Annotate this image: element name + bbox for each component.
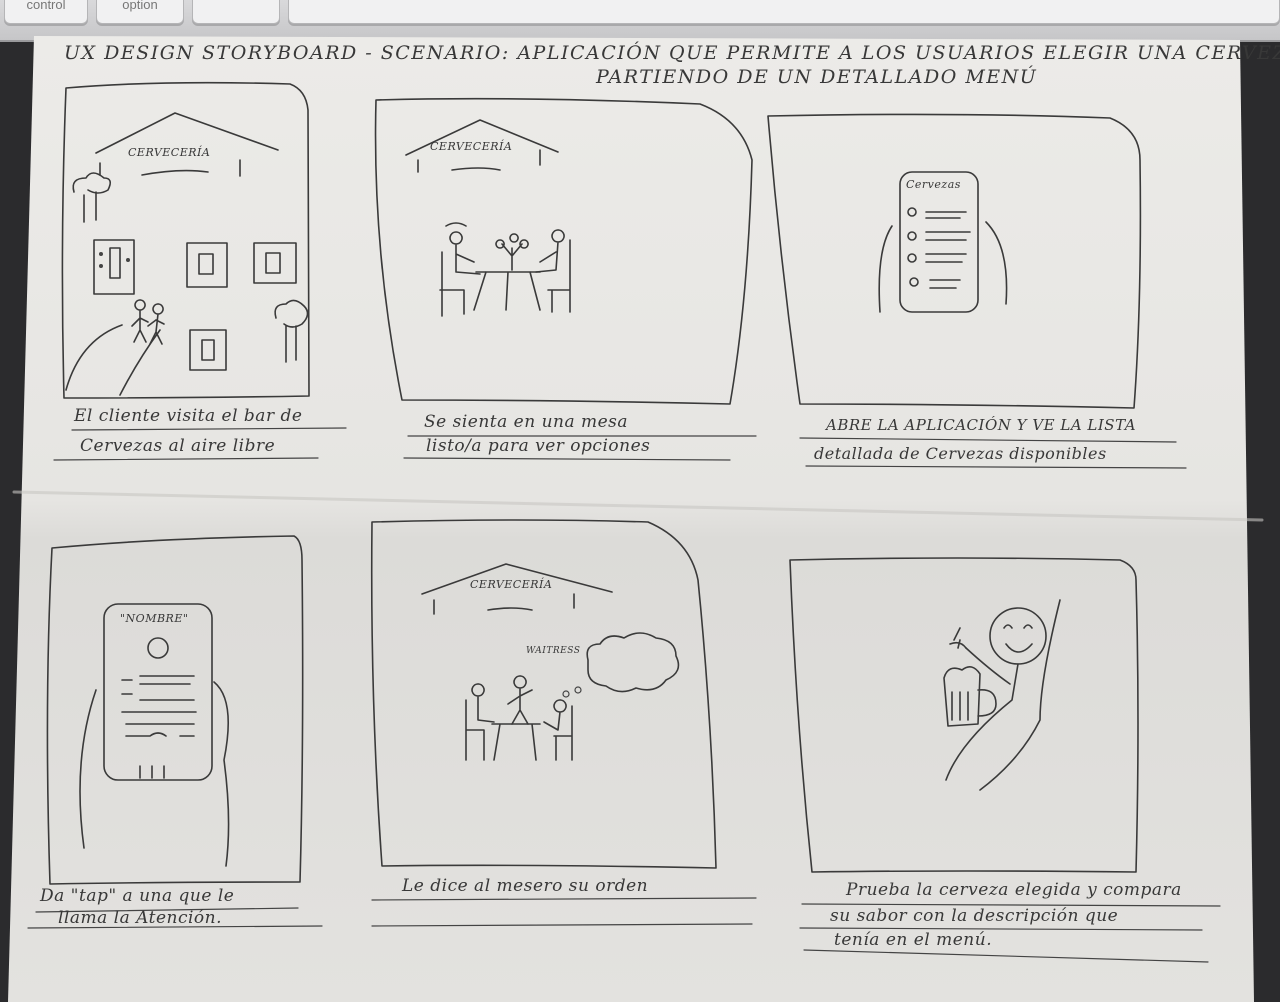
panel-1-drawing <box>61 81 310 399</box>
panel-2-caption-line2: listo/a para ver opciones <box>426 436 651 456</box>
storyboard-title: UX DESIGN STORYBOARD - SCENARIO: APLICAC… <box>64 42 1280 64</box>
tree-icon <box>274 299 309 363</box>
panel-1-sign: CERVECERÍA <box>128 146 211 159</box>
hand-icon <box>79 681 230 867</box>
panel-5-waitress-label: WAITRESS <box>526 646 581 656</box>
chair-icon <box>553 705 573 761</box>
phone-icon <box>899 171 979 313</box>
table-icon <box>186 242 228 288</box>
panel-6-caption-line2: su sabor con la descripción que <box>830 906 1119 926</box>
tree-icon <box>72 172 112 223</box>
panel-2-sign: CERVECERÍA <box>430 140 513 153</box>
panel-2-caption-line1: Se sienta en una mesa <box>424 412 629 432</box>
panel-4-caption-line2: llama la Atención. <box>58 908 223 928</box>
table-icon <box>473 271 541 311</box>
panel-3-caption-line1: ABRE LA APLICACIÓN Y VE LA LISTA <box>826 416 1137 434</box>
panel-3-drawing <box>767 113 1142 409</box>
hand-icon <box>878 221 1008 313</box>
storyboard-subtitle: PARTIENDO DE UN DETALLADO MENÚ <box>596 66 1038 88</box>
panel-5-caption-line1: Le dice al mesero su orden <box>402 876 649 896</box>
beer-image-icon <box>147 637 169 659</box>
panel-6-caption-line1: Prueba la cerveza elegida y compara <box>846 880 1182 900</box>
person-icon <box>535 229 565 273</box>
panel-4-drawing <box>46 535 304 885</box>
beer-mug-icon <box>943 666 997 727</box>
chair-icon <box>547 239 571 313</box>
person-icon <box>445 222 481 275</box>
chair-icon <box>439 251 465 317</box>
person-icon <box>131 299 149 343</box>
panel-4-sign: "NOMBRE" <box>120 612 189 625</box>
panel-5-drawing <box>370 519 717 869</box>
person-icon <box>471 683 495 723</box>
panel-4-caption-line1: Da "tap" a una que le <box>40 886 235 906</box>
phone-icon <box>103 603 213 781</box>
panel-6-drawing <box>789 557 1139 873</box>
smiling-face-icon <box>989 607 1047 665</box>
table-icon <box>491 723 541 761</box>
person-icon <box>507 675 533 725</box>
panel-3-sign: Cervezas <box>906 178 961 191</box>
panel-6-caption-line3: tenía en el menú. <box>834 930 993 950</box>
panel-5-sign: CERVECERÍA <box>470 578 553 591</box>
panel-1-caption-line1: El cliente visita el bar de <box>74 406 303 426</box>
person-icon <box>147 303 165 345</box>
thought-cloud <box>586 632 680 693</box>
paper-fold <box>12 490 1264 522</box>
panel-1-caption-line2: Cervezas al aire libre <box>80 436 276 456</box>
table-icon <box>253 242 297 284</box>
person-icon <box>543 699 567 731</box>
path-drawing <box>65 324 161 396</box>
panel-4-frame <box>46 535 304 885</box>
panel-3-caption-line2: detallada de Cervezas disponibles <box>814 444 1107 463</box>
panel-6-frame <box>789 557 1139 873</box>
chair-icon <box>465 699 485 761</box>
panel-5-frame <box>370 519 717 869</box>
flowers-icon <box>495 233 529 271</box>
table-icon <box>189 329 227 371</box>
